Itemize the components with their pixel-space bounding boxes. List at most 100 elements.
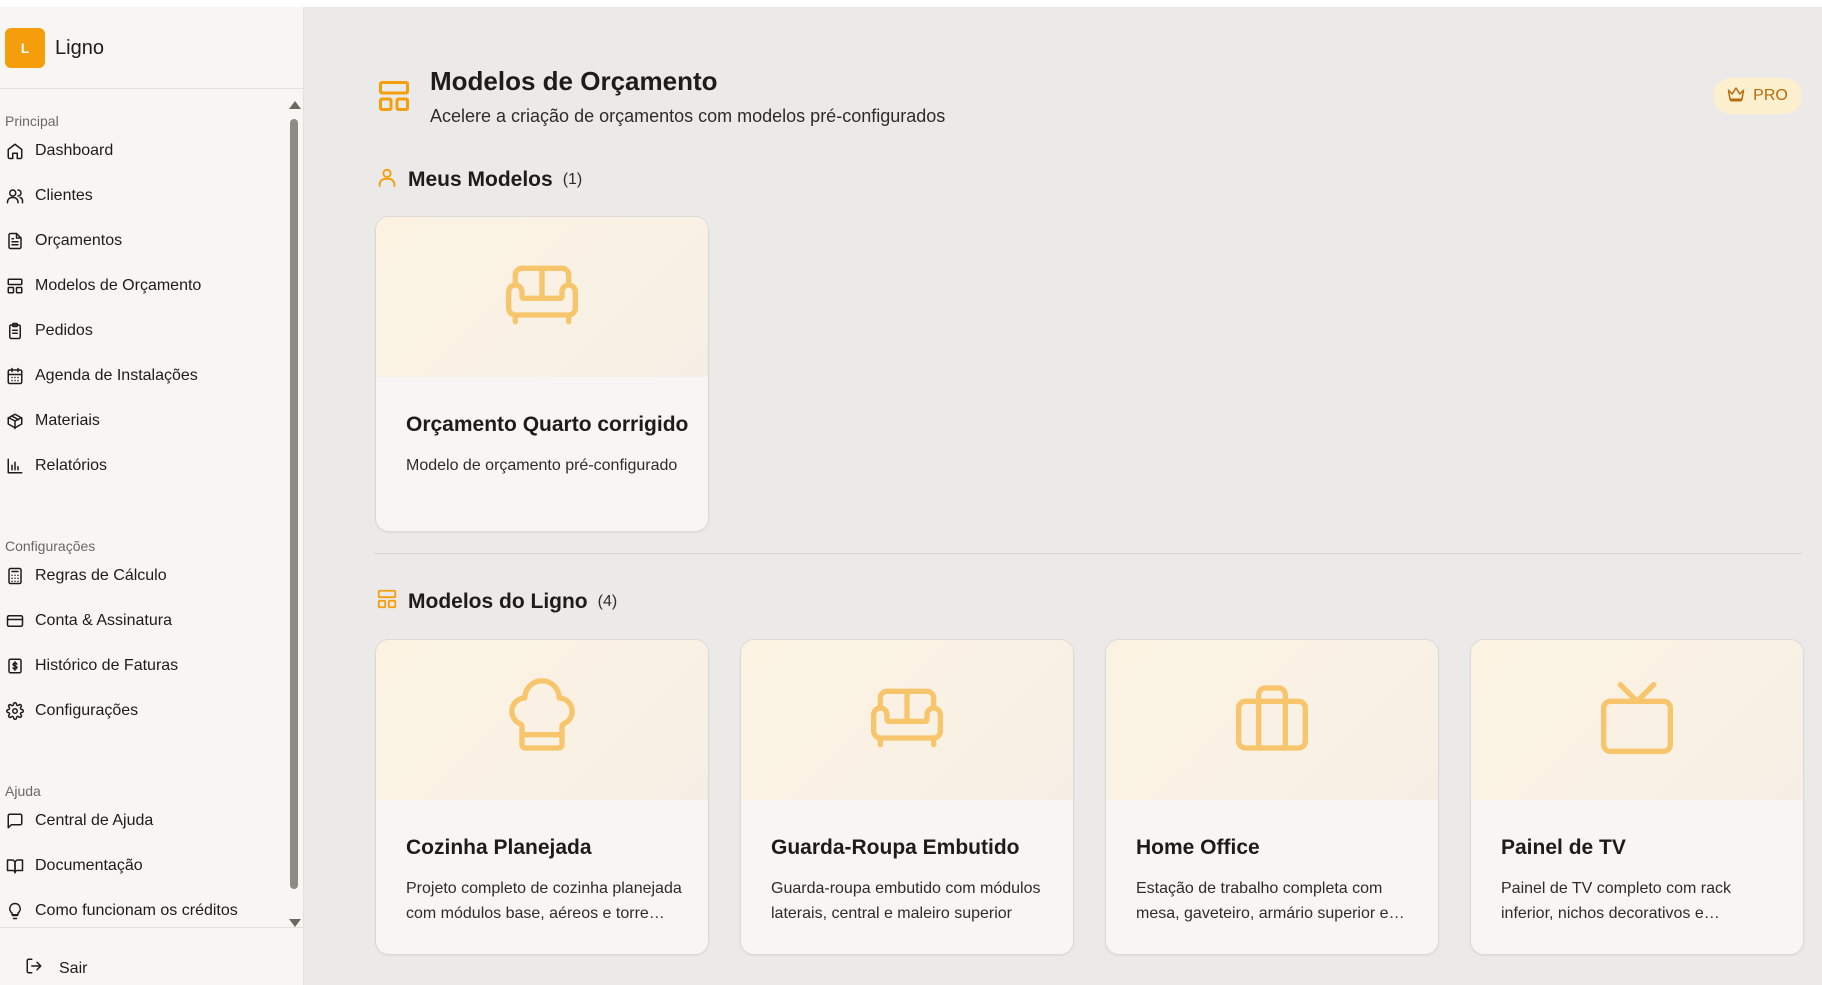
sidebar-item-central-de-ajuda[interactable]: Central de Ajuda — [0, 803, 287, 839]
file-text-icon — [5, 231, 25, 251]
sidebar-item-modelos-de-orcamento[interactable]: Modelos de Orçamento — [0, 268, 287, 304]
message-square-icon — [5, 811, 25, 831]
sidebar-item-conta-assinatura[interactable]: Conta & Assinatura — [0, 603, 287, 639]
card-title: Painel de TV — [1501, 836, 1626, 859]
card-title: Guarda-Roupa Embutido — [771, 836, 1020, 859]
sidebar-item-label: Materiais — [35, 412, 100, 429]
sidebar-item-label: Como funcionam os créditos — [35, 902, 238, 919]
sidebar-item-relatorios[interactable]: Relatórios — [0, 448, 287, 484]
bar-chart-icon — [5, 456, 25, 476]
sidebar-item-label: Central de Ajuda — [35, 812, 154, 829]
brand[interactable]: L Ligno — [5, 28, 104, 68]
layout-icon — [376, 78, 412, 114]
sidebar-item-orcamentos[interactable]: Orçamentos — [0, 223, 287, 259]
users-icon — [5, 186, 25, 206]
card-description: Projeto completo de cozinha planejada co… — [406, 880, 682, 922]
template-card-cozinha-planejada[interactable]: Cozinha Planejada Projeto completo de co… — [375, 639, 709, 955]
card-description: Modelo de orçamento pré-configurado — [406, 457, 678, 474]
tv-icon — [1597, 678, 1677, 763]
card-title: Orçamento Quarto corrigido — [406, 413, 689, 436]
sidebar-footer-divider — [0, 927, 303, 928]
sidebar-item-dashboard[interactable]: Dashboard — [0, 133, 287, 169]
sidebar-item-materiais[interactable]: Materiais — [0, 403, 287, 439]
template-card-home-office[interactable]: Home Office Estação de trabalho completa… — [1105, 639, 1439, 955]
sidebar-item-label: Conta & Assinatura — [35, 612, 172, 629]
section-count: (4) — [597, 592, 618, 610]
home-icon — [5, 141, 25, 161]
sidebar-item-pedidos[interactable]: Pedidos — [0, 313, 287, 349]
card-banner — [376, 640, 708, 800]
chef-hat-icon — [502, 677, 582, 763]
book-open-icon — [5, 856, 25, 876]
sidebar-item-label: Orçamentos — [35, 232, 123, 249]
section-header-modelos-do-ligno: Modelos do Ligno (4) — [376, 588, 617, 615]
sidebar-item-label: Configurações — [35, 702, 139, 719]
sidebar-item-label: Pedidos — [35, 322, 93, 339]
card-title: Cozinha Planejada — [406, 836, 592, 859]
window-top-edge — [0, 0, 1822, 7]
section-label-ajuda: Ajuda — [5, 783, 41, 799]
briefcase-icon — [1232, 678, 1312, 763]
credit-card-icon — [5, 611, 25, 631]
lightbulb-icon — [5, 901, 25, 921]
section-title: Meus Modelos — [408, 167, 553, 191]
brand-logo: L — [5, 28, 45, 68]
log-out-icon — [25, 957, 43, 980]
package-icon — [5, 411, 25, 431]
section-label-configuracoes: Configurações — [5, 538, 96, 554]
sidebar-item-label: Dashboard — [35, 142, 114, 159]
scroll-up-arrow-icon[interactable] — [289, 101, 301, 109]
sidebar-item-clientes[interactable]: Clientes — [0, 178, 287, 214]
card-banner — [1106, 640, 1438, 800]
pro-badge-label: PRO — [1753, 87, 1788, 104]
scrollbar-thumb[interactable] — [290, 119, 298, 889]
template-card-guarda-roupa-embutido[interactable]: Guarda-Roupa Embutido Guarda-roupa embut… — [740, 639, 1074, 955]
page-title: Modelos de Orçamento — [430, 66, 718, 96]
sidebar-item-label: Modelos de Orçamento — [35, 277, 202, 294]
card-description: Painel de TV completo com rack inferior,… — [1501, 880, 1732, 922]
template-card-orcamento-quarto-corrigido[interactable]: Orçamento Quarto corrigido Modelo de orç… — [375, 216, 709, 532]
sidebar-item-label: Agenda de Instalações — [35, 367, 198, 384]
receipt-icon — [5, 656, 25, 676]
sidebar-item-regras-de-calculo[interactable]: Regras de Cálculo — [0, 558, 287, 594]
sidebar-item-documentacao[interactable]: Documentação — [0, 848, 287, 884]
template-card-painel-de-tv[interactable]: Painel de TV Painel de TV completo com r… — [1470, 639, 1804, 955]
sidebar-item-label: Regras de Cálculo — [35, 567, 167, 584]
calendar-icon — [5, 366, 25, 386]
section-title: Modelos do Ligno — [408, 589, 588, 613]
scroll-down-arrow-icon[interactable] — [289, 919, 301, 927]
crown-icon — [1727, 85, 1745, 108]
gear-icon — [5, 701, 25, 721]
card-banner — [376, 217, 708, 377]
sidebar-item-como-funcionam-os-creditos[interactable]: Como funcionam os créditos — [0, 893, 287, 927]
sidebar-item-historico-de-faturas[interactable]: Histórico de Faturas — [0, 648, 287, 684]
logout-label: Sair — [59, 959, 88, 977]
layout-icon — [5, 276, 25, 296]
sidebar-item-configuracoes[interactable]: Configurações — [0, 693, 287, 729]
sidebar-item-label: Clientes — [35, 187, 93, 204]
card-title: Home Office — [1136, 836, 1260, 859]
sidebar-item-agenda-de-instalacoes[interactable]: Agenda de Instalações — [0, 358, 287, 394]
sidebar-item-label: Histórico de Faturas — [35, 657, 179, 674]
user-icon — [376, 166, 398, 193]
section-count: (1) — [562, 170, 583, 188]
sidebar-nav: Principal Dashboard Clientes Orçamentos … — [0, 89, 287, 927]
logout-button[interactable]: Sair — [25, 957, 87, 980]
clipboard-icon — [5, 321, 25, 341]
sidebar-item-label: Documentação — [35, 857, 143, 874]
sidebar-scrollbar[interactable] — [288, 101, 301, 927]
card-banner — [1471, 640, 1803, 800]
sofa-icon — [502, 255, 582, 340]
card-description: Guarda-roupa embutido com módulos latera… — [771, 880, 1041, 922]
pro-badge[interactable]: PRO — [1713, 78, 1802, 114]
calculator-icon — [5, 566, 25, 586]
sidebar: L Ligno Principal Dashboard Clientes Orç… — [0, 7, 304, 985]
card-description: Estação de trabalho completa com mesa, g… — [1136, 880, 1389, 922]
card-banner — [741, 640, 1073, 800]
layout-icon — [376, 588, 398, 615]
section-divider — [374, 553, 1802, 554]
brand-name: Ligno — [55, 36, 104, 59]
section-label-principal: Principal — [5, 113, 59, 129]
section-header-meus-modelos: Meus Modelos (1) — [376, 166, 582, 193]
sidebar-item-label: Relatórios — [35, 457, 108, 474]
